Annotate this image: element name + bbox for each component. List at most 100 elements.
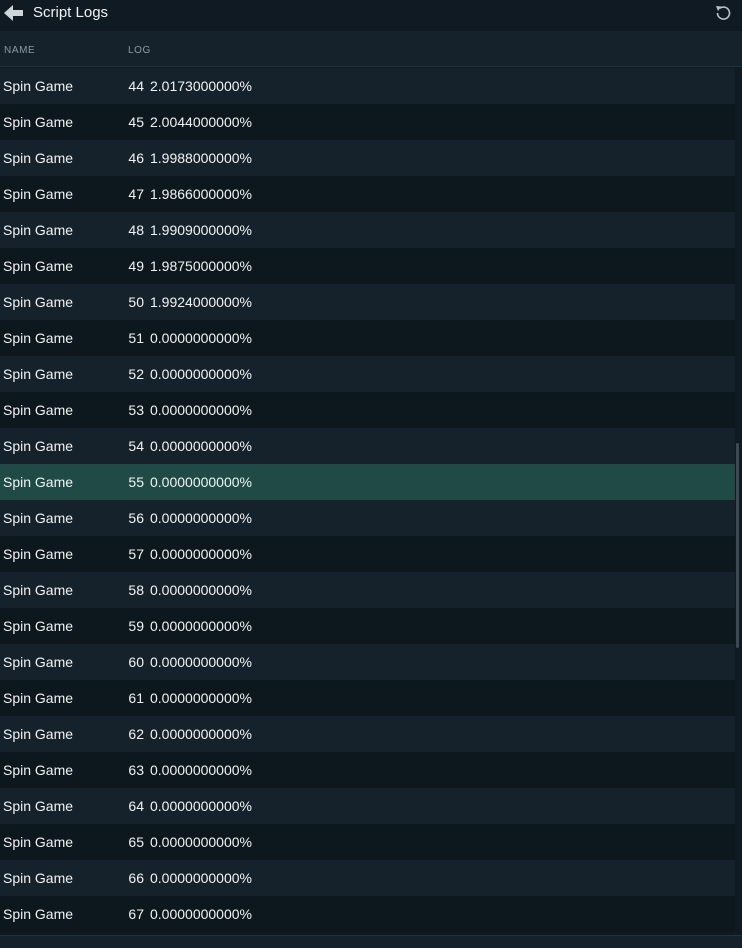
row-log-value: 0.0000000000%	[150, 330, 252, 346]
refresh-icon	[716, 6, 731, 20]
row-log-index: 44	[128, 78, 144, 94]
row-log-index: 48	[128, 222, 144, 238]
row-log-value: 0.0000000000%	[150, 402, 252, 418]
title-bar: Script Logs	[0, 0, 742, 31]
log-table-body[interactable]: Spin Game 44 2.0173000000% Spin Game 45 2.004…	[0, 68, 735, 935]
row-name: Spin Game	[3, 654, 74, 670]
row-name: Spin Game	[3, 438, 74, 454]
row-log-index: 52	[128, 366, 144, 382]
row-name: Spin Game	[3, 618, 74, 634]
column-header-name[interactable]: NAME	[4, 45, 35, 56]
table-row[interactable]: Spin Game 65 0.0000000000%	[0, 824, 735, 860]
table-row[interactable]: Spin Game 48 1.9909000000%	[0, 212, 735, 248]
row-log-index: 60	[128, 654, 144, 670]
vertical-scrollbar[interactable]	[735, 68, 742, 935]
row-log-index: 58	[128, 582, 144, 598]
row-name: Spin Game	[3, 258, 74, 274]
row-name: Spin Game	[3, 330, 74, 346]
table-row[interactable]: Spin Game 67 0.0000000000%	[0, 896, 735, 932]
row-name: Spin Game	[3, 690, 74, 706]
table-row[interactable]: Spin Game 45 2.0044000000%	[0, 104, 735, 140]
table-row[interactable]: Spin Game 44 2.0173000000%	[0, 68, 735, 104]
row-name: Spin Game	[3, 402, 74, 418]
row-log-value: 0.0000000000%	[150, 366, 252, 382]
row-name: Spin Game	[3, 294, 74, 310]
row-log-index: 49	[128, 258, 144, 274]
table-row[interactable]: Spin Game 53 0.0000000000%	[0, 392, 735, 428]
table-row[interactable]: Spin Game 61 0.0000000000%	[0, 680, 735, 716]
row-log-index: 66	[128, 870, 144, 886]
row-log-index: 50	[128, 294, 144, 310]
row-name: Spin Game	[3, 510, 74, 526]
row-log-value: 0.0000000000%	[150, 690, 252, 706]
scrollbar-thumb[interactable]	[736, 443, 739, 648]
row-log-value: 1.9924000000%	[150, 294, 252, 310]
row-log-value: 0.0000000000%	[150, 546, 252, 562]
row-log-value: 0.0000000000%	[150, 582, 252, 598]
refresh-button[interactable]	[713, 3, 733, 23]
table-row[interactable]: Spin Game 57 0.0000000000%	[0, 536, 735, 572]
row-log-value: 0.0000000000%	[150, 510, 252, 526]
row-log-value: 2.0044000000%	[150, 114, 252, 130]
row-log-index: 46	[128, 150, 144, 166]
row-log-value: 0.0000000000%	[150, 618, 252, 634]
row-log-index: 45	[128, 114, 144, 130]
row-name: Spin Game	[3, 798, 74, 814]
row-log-value: 0.0000000000%	[150, 870, 252, 886]
row-log-index: 54	[128, 438, 144, 454]
table-row[interactable]: Spin Game 50 1.9924000000%	[0, 284, 735, 320]
table-row[interactable]: Spin Game 62 0.0000000000%	[0, 716, 735, 752]
row-log-value: 0.0000000000%	[150, 798, 252, 814]
table-row[interactable]: Spin Game 54 0.0000000000%	[0, 428, 735, 464]
table-row[interactable]: Spin Game 58 0.0000000000%	[0, 572, 735, 608]
row-name: Spin Game	[3, 78, 74, 94]
row-log-value: 0.0000000000%	[150, 438, 252, 454]
table-row[interactable]: Spin Game 64 0.0000000000%	[0, 788, 735, 824]
page-title: Script Logs	[33, 4, 109, 21]
row-log-value: 1.9988000000%	[150, 150, 252, 166]
table-row[interactable]: Spin Game 60 0.0000000000%	[0, 644, 735, 680]
row-log-index: 59	[128, 618, 144, 634]
row-log-value: 0.0000000000%	[150, 726, 252, 742]
row-log-index: 47	[128, 186, 144, 202]
column-header-row: NAME LOG	[0, 31, 742, 67]
table-row[interactable]: Spin Game 52 0.0000000000%	[0, 356, 735, 392]
horizontal-scrollbar[interactable]	[0, 935, 742, 948]
row-log-index: 65	[128, 834, 144, 850]
row-log-index: 62	[128, 726, 144, 742]
table-row[interactable]: Spin Game 47 1.9866000000%	[0, 176, 735, 212]
row-log-index: 64	[128, 798, 144, 814]
row-log-value: 0.0000000000%	[150, 906, 252, 922]
column-header-log[interactable]: LOG	[128, 45, 151, 56]
table-row[interactable]: Spin Game 55 0.0000000000%	[0, 464, 735, 500]
row-log-value: 0.0000000000%	[150, 834, 252, 850]
table-row[interactable]: Spin Game 46 1.9988000000%	[0, 140, 735, 176]
row-log-index: 51	[128, 330, 144, 346]
row-log-value: 0.0000000000%	[150, 654, 252, 670]
row-name: Spin Game	[3, 726, 74, 742]
row-log-index: 56	[128, 510, 144, 526]
table-row[interactable]: Spin Game 66 0.0000000000%	[0, 860, 735, 896]
row-log-index: 61	[128, 690, 144, 706]
table-row[interactable]: Spin Game 63 0.0000000000%	[0, 752, 735, 788]
row-name: Spin Game	[3, 834, 74, 850]
row-name: Spin Game	[3, 582, 74, 598]
back-button[interactable]	[3, 4, 25, 22]
arrow-left-icon	[4, 5, 23, 21]
row-log-value: 1.9909000000%	[150, 222, 252, 238]
row-log-index: 55	[128, 474, 144, 490]
table-row[interactable]: Spin Game 51 0.0000000000%	[0, 320, 735, 356]
row-log-value: 2.0173000000%	[150, 78, 252, 94]
row-log-index: 63	[128, 762, 144, 778]
row-name: Spin Game	[3, 762, 74, 778]
row-name: Spin Game	[3, 906, 74, 922]
table-row[interactable]: Spin Game 59 0.0000000000%	[0, 608, 735, 644]
row-name: Spin Game	[3, 546, 74, 562]
table-row[interactable]: Spin Game 56 0.0000000000%	[0, 500, 735, 536]
row-log-index: 53	[128, 402, 144, 418]
row-name: Spin Game	[3, 186, 74, 202]
table-row[interactable]: Spin Game 49 1.9875000000%	[0, 248, 735, 284]
row-name: Spin Game	[3, 366, 74, 382]
row-name: Spin Game	[3, 150, 74, 166]
row-name: Spin Game	[3, 222, 74, 238]
